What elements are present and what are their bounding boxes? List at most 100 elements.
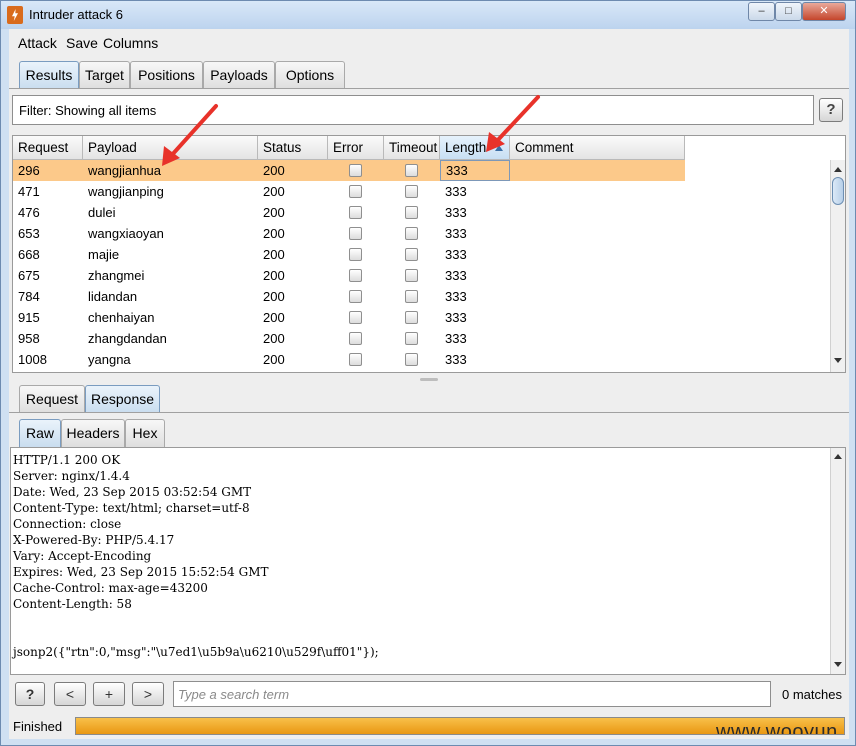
maximize-button[interactable]: □ (775, 2, 802, 21)
table-header: Request Payload Status Error Timeout Len… (13, 136, 685, 160)
menu-attack[interactable]: Attack (18, 35, 57, 51)
cell-timeout-checkbox[interactable] (405, 206, 418, 219)
cell-error-checkbox[interactable] (349, 164, 362, 177)
search-input[interactable] (174, 682, 770, 706)
response-scrollbar[interactable] (830, 448, 845, 674)
response-line: HTTP/1.1 200 OK (13, 453, 121, 467)
column-timeout[interactable]: Timeout (384, 136, 440, 160)
filter-bar[interactable]: Filter: Showing all items (12, 95, 814, 125)
tab-headers[interactable]: Headers (61, 419, 125, 447)
cell-payload: majie (88, 247, 120, 262)
response-line: Cache-Control: max-age=43200 (13, 581, 208, 595)
tab-raw[interactable]: Raw (19, 419, 61, 447)
cell-timeout-checkbox[interactable] (405, 332, 418, 345)
table-row[interactable]: 915 chenhaiyan 200 333 (13, 307, 685, 328)
cell-error-checkbox[interactable] (349, 227, 362, 240)
cell-error-checkbox[interactable] (349, 185, 362, 198)
previous-match-button[interactable]: < (54, 682, 86, 706)
scroll-down-icon[interactable] (834, 358, 842, 363)
status-label: Finished (13, 719, 63, 734)
column-error[interactable]: Error (328, 136, 384, 160)
watermark: www.wooyun.org (716, 721, 844, 735)
table-row[interactable]: 653 wangxiaoyan 200 333 (13, 223, 685, 244)
cell-timeout-checkbox[interactable] (405, 290, 418, 303)
add-match-button[interactable]: + (93, 682, 125, 706)
table-row[interactable]: 476 dulei 200 333 (13, 202, 685, 223)
filter-help-button[interactable]: ? (819, 98, 843, 122)
column-status[interactable]: Status (258, 136, 328, 160)
table-row[interactable]: 675 zhangmei 200 333 (13, 265, 685, 286)
tab-target[interactable]: Target (79, 61, 130, 89)
cell-length: 333 (445, 289, 467, 304)
cell-length: 333 (445, 205, 467, 220)
response-viewer[interactable]: HTTP/1.1 200 OK Server: nginx/1.4.4 Date: … (10, 447, 846, 675)
tab-response[interactable]: Response (85, 385, 160, 413)
cell-comment (510, 307, 685, 328)
tab-results[interactable]: Results (19, 61, 79, 89)
cell-payload: wangxiaoyan (88, 226, 164, 241)
response-scroll-up-icon[interactable] (834, 454, 842, 459)
cell-request: 668 (18, 247, 40, 262)
tab-hex[interactable]: Hex (125, 419, 165, 447)
menu-save[interactable]: Save (66, 35, 98, 51)
response-scroll-down-icon[interactable] (834, 662, 842, 667)
response-line: Vary: Accept-Encoding (13, 549, 152, 563)
title-bar[interactable]: Intruder attack 6 – □ ✕ (1, 1, 855, 29)
column-comment[interactable]: Comment (510, 136, 685, 160)
close-button[interactable]: ✕ (802, 2, 846, 21)
table-row[interactable]: 296 wangjianhua 200 333 (13, 160, 685, 181)
tab-divider (9, 88, 849, 89)
table-row[interactable]: 784 lidandan 200 333 (13, 286, 685, 307)
cell-timeout-checkbox[interactable] (405, 227, 418, 240)
response-text: HTTP/1.1 200 OK Server: nginx/1.4.4 Date: … (13, 452, 379, 660)
cell-comment (510, 244, 685, 265)
client-area: Attack Save Columns Results Target Posit… (9, 29, 849, 739)
menu-columns[interactable]: Columns (103, 35, 158, 51)
cell-error-checkbox[interactable] (349, 332, 362, 345)
response-line (13, 612, 379, 628)
scroll-up-icon[interactable] (834, 167, 842, 172)
column-request[interactable]: Request (13, 136, 83, 160)
next-match-button[interactable]: > (132, 682, 164, 706)
response-line (13, 628, 379, 644)
cell-timeout-checkbox[interactable] (405, 248, 418, 261)
table-row[interactable]: 1008 yangna 200 333 (13, 349, 685, 370)
search-help-button[interactable]: ? (15, 682, 45, 706)
tab-positions[interactable]: Positions (130, 61, 203, 89)
cell-timeout-checkbox[interactable] (405, 353, 418, 366)
attack-progress-bar: www.wooyun.org (75, 717, 845, 735)
minimize-button[interactable]: – (748, 2, 775, 21)
tab-options[interactable]: Options (275, 61, 345, 89)
cell-status: 200 (263, 310, 285, 325)
table-row[interactable]: 958 zhangdandan 200 333 (13, 328, 685, 349)
cell-timeout-checkbox[interactable] (405, 164, 418, 177)
cell-error-checkbox[interactable] (349, 248, 362, 261)
cell-status: 200 (263, 247, 285, 262)
table-scrollbar[interactable] (830, 160, 845, 372)
cell-error-checkbox[interactable] (349, 269, 362, 282)
tab-request[interactable]: Request (19, 385, 85, 413)
cell-payload: wangjianping (88, 184, 164, 199)
cell-timeout-checkbox[interactable] (405, 311, 418, 324)
cell-comment (510, 265, 685, 286)
cell-timeout-checkbox[interactable] (405, 269, 418, 282)
cell-comment (510, 160, 685, 181)
tab-payloads[interactable]: Payloads (203, 61, 275, 89)
table-row[interactable]: 471 wangjianping 200 333 (13, 181, 685, 202)
scroll-thumb[interactable] (832, 177, 844, 205)
split-pane-divider[interactable] (9, 377, 849, 382)
cell-error-checkbox[interactable] (349, 290, 362, 303)
response-line: Expires: Wed, 23 Sep 2015 15:52:54 GMT (13, 565, 269, 579)
cell-request: 915 (18, 310, 40, 325)
column-length[interactable]: Length (440, 136, 510, 160)
response-line: Connection: close (13, 517, 122, 531)
cell-status: 200 (263, 352, 285, 367)
cell-error-checkbox[interactable] (349, 206, 362, 219)
cell-length: 333 (445, 310, 467, 325)
cell-error-checkbox[interactable] (349, 311, 362, 324)
table-row[interactable]: 668 majie 200 333 (13, 244, 685, 265)
cell-request: 1008 (18, 352, 47, 367)
cell-timeout-checkbox[interactable] (405, 185, 418, 198)
column-payload[interactable]: Payload (83, 136, 258, 160)
cell-error-checkbox[interactable] (349, 353, 362, 366)
